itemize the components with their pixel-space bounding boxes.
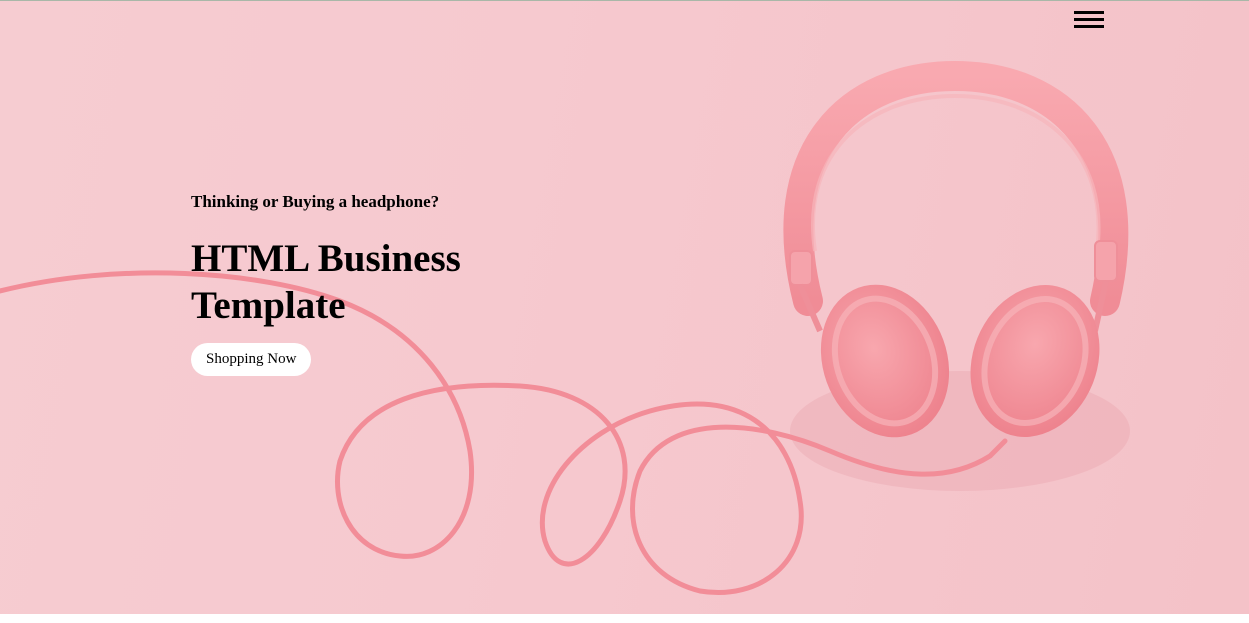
hamburger-menu-icon[interactable] bbox=[1072, 9, 1106, 33]
headphones-image bbox=[0, 60, 1130, 595]
hero-banner: Thinking or Buying a headphone? HTML Bus… bbox=[0, 0, 1249, 614]
hero-tagline: Thinking or Buying a headphone? bbox=[191, 192, 440, 211]
headband bbox=[783, 60, 1129, 316]
hero-content: Thinking or Buying a headphone? HTML Bus… bbox=[191, 191, 591, 376]
hero-headline: HTML Business Template bbox=[191, 237, 461, 327]
shopping-now-button[interactable]: Shopping Now bbox=[191, 343, 312, 376]
